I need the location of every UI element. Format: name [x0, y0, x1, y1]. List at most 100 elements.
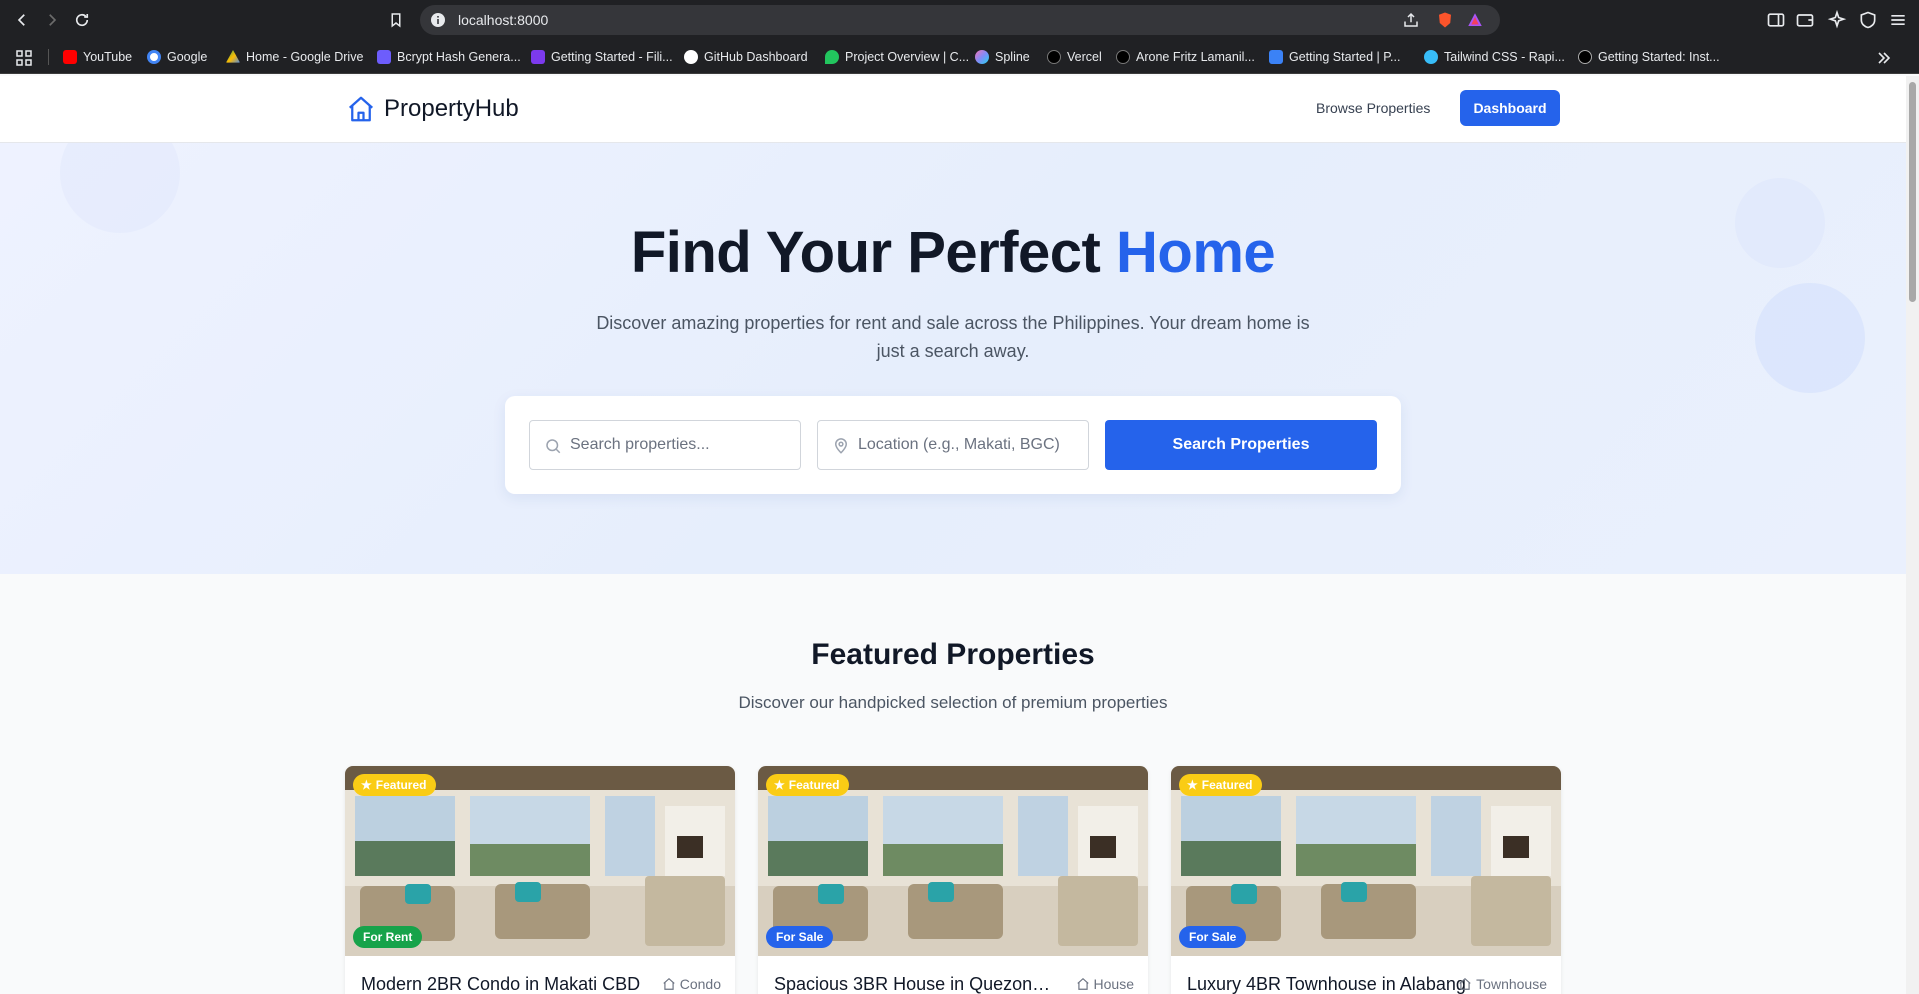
location-pin-icon	[834, 438, 848, 454]
property-title[interactable]: Spacious 3BR House in Quezon City	[774, 974, 1054, 994]
google-icon	[147, 50, 161, 64]
hero-section: Find Your Perfect Home Discover amazing …	[0, 143, 1906, 574]
featured-badge-label: Featured	[1201, 778, 1253, 792]
forward-icon[interactable]	[40, 8, 64, 32]
share-icon[interactable]	[1402, 11, 1420, 29]
bookmark-vercel[interactable]: Vercel	[1047, 48, 1102, 66]
search-field[interactable]	[529, 420, 801, 470]
home-logo-icon[interactable]	[346, 94, 376, 124]
bookmark-label: Project Overview | C...	[845, 50, 970, 64]
decorative-blob	[1755, 283, 1865, 393]
property-type-label: Condo	[679, 976, 721, 992]
leo-ai-icon[interactable]	[1827, 10, 1847, 30]
brave-rewards-icon[interactable]	[1466, 11, 1484, 29]
page-scrollbar[interactable]	[1906, 76, 1919, 994]
hero-title-accent: Home	[1116, 220, 1276, 285]
bookmark-label: YouTube	[83, 50, 133, 64]
bookmark-google[interactable]: Google	[147, 48, 207, 66]
featured-subtitle: Discover our handpicked selection of pre…	[738, 693, 1168, 712]
hero-title-main: Find Your Perfect	[630, 220, 1101, 285]
spline-icon	[975, 50, 989, 64]
property-card[interactable]: ★ Featured For Rent Modern 2BR Condo in M…	[345, 766, 735, 994]
star-icon: ★	[361, 778, 372, 792]
bookmark-getting-started-p[interactable]: Getting Started | P...	[1269, 48, 1400, 66]
apps-grid-icon[interactable]	[16, 50, 32, 66]
property-type: Townhouse	[1458, 976, 1547, 992]
location-input[interactable]	[858, 421, 1083, 469]
property-image[interactable]: ★ Featured For Sale	[1171, 766, 1561, 956]
bookmark-filament[interactable]: Getting Started - Fili...	[531, 48, 673, 66]
url-text[interactable]: localhost:8000	[458, 12, 548, 28]
bookmark-bcrypt[interactable]: Bcrypt Hash Genera...	[377, 48, 521, 66]
status-badge: For Sale	[1179, 926, 1247, 948]
vpn-shield-icon[interactable]	[1858, 10, 1878, 30]
bookmark-arone[interactable]: Arone Fritz Lamanil...	[1116, 48, 1255, 66]
property-card[interactable]: ★ Featured For Sale Spacious 3BR House in…	[758, 766, 1148, 994]
bookmark-label: Bcrypt Hash Genera...	[397, 50, 521, 64]
google-drive-icon	[226, 50, 240, 63]
property-type: House	[1076, 976, 1134, 992]
home-icon	[663, 977, 675, 990]
bookmark-label: Spline	[995, 50, 1030, 64]
bookmark-project-overview[interactable]: Project Overview | C...	[825, 48, 969, 66]
menu-icon[interactable]	[1888, 10, 1908, 30]
property-type: Condo	[662, 976, 721, 992]
nextjs-icon	[1578, 50, 1592, 64]
featured-badge-label: Featured	[375, 778, 427, 792]
bookmarks-divider	[48, 49, 49, 65]
hero-title: Find Your Perfect Home	[0, 219, 1906, 286]
browser-toolbar: localhost:8000	[0, 0, 1919, 40]
property-image[interactable]: ★ Featured For Rent	[345, 766, 735, 956]
search-properties-button[interactable]: Search Properties	[1105, 420, 1377, 470]
bookmark-label: Getting Started - Fili...	[551, 50, 673, 64]
more-bookmarks-icon[interactable]	[1876, 50, 1892, 66]
back-icon[interactable]	[10, 8, 34, 32]
bookmark-spline[interactable]: Spline	[975, 48, 1030, 66]
location-field[interactable]	[817, 420, 1089, 470]
vercel-icon	[1047, 50, 1061, 64]
youtube-icon	[63, 50, 77, 64]
bookmark-label: Google	[167, 50, 208, 64]
featured-title: Featured Properties	[811, 638, 1095, 671]
bookmark-tailwind[interactable]: Tailwind CSS - Rapi...	[1424, 48, 1565, 66]
bookmark-label: Home - Google Drive	[246, 50, 364, 64]
wallet-icon[interactable]	[1795, 10, 1815, 30]
bookmark-youtube[interactable]: YouTube	[63, 48, 132, 66]
brave-shield-icon[interactable]	[1436, 11, 1454, 29]
mongodb-leaf-icon	[825, 50, 839, 64]
site-info-icon[interactable]	[430, 12, 446, 28]
property-title[interactable]: Luxury 4BR Townhouse in Alabang	[1187, 974, 1467, 994]
status-badge: For Sale	[766, 926, 834, 948]
page-viewport: PropertyHub Browse Properties Dashboard …	[0, 76, 1906, 994]
status-badge: For Rent	[353, 926, 423, 948]
bcrypt-icon	[377, 50, 391, 64]
bookmark-label: Arone Fritz Lamanil...	[1136, 50, 1255, 64]
home-icon	[1076, 977, 1089, 990]
logo-text[interactable]: PropertyHub	[384, 95, 519, 123]
address-bar[interactable]: localhost:8000	[420, 5, 1500, 35]
bookmark-nextjs[interactable]: Getting Started: Inst...	[1578, 48, 1720, 66]
star-icon: ★	[1187, 778, 1198, 792]
property-card[interactable]: ★ Featured For Sale Luxury 4BR Townhouse …	[1171, 766, 1561, 994]
bookmark-github[interactable]: GitHub Dashboard	[684, 48, 808, 66]
scrollbar-thumb[interactable]	[1909, 82, 1916, 302]
search-icon	[546, 439, 561, 454]
property-image[interactable]: ★ Featured For Sale	[758, 766, 1148, 956]
github-icon	[684, 50, 698, 64]
dashboard-button[interactable]: Dashboard	[1460, 90, 1560, 126]
search-input[interactable]	[570, 421, 795, 469]
site-header: PropertyHub Browse Properties Dashboard	[0, 76, 1906, 143]
browse-properties-link[interactable]: Browse Properties	[1316, 100, 1430, 116]
property-type-label: House	[1093, 976, 1134, 992]
property-title[interactable]: Modern 2BR Condo in Makati CBD	[361, 974, 641, 994]
property-type-label: Townhouse	[1476, 976, 1547, 992]
bookmark-icon[interactable]	[384, 8, 408, 32]
sidebar-icon[interactable]	[1766, 10, 1786, 30]
reload-icon[interactable]	[70, 8, 94, 32]
bookmark-label: Vercel	[1067, 50, 1102, 64]
search-card: Search Properties	[505, 396, 1401, 494]
bookmark-google-drive[interactable]: Home - Google Drive	[226, 48, 363, 66]
bookmark-label: Getting Started: Inst...	[1598, 50, 1720, 64]
featured-badge: ★ Featured	[1179, 774, 1263, 796]
bookmark-label: Tailwind CSS - Rapi...	[1444, 50, 1565, 64]
